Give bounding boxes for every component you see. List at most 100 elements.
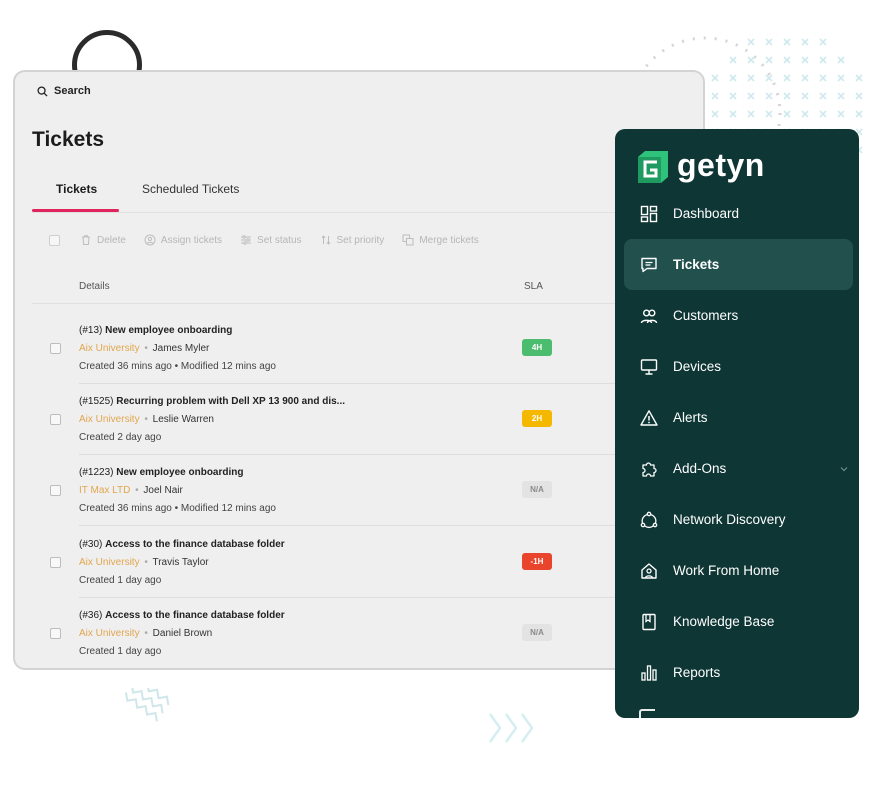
ticket-title[interactable]: New employee onboarding [116,467,243,478]
book-icon [639,612,659,632]
sla-badge: 2H [522,410,552,427]
ticket-title[interactable]: Access to the finance database folder [105,539,285,550]
decorative-cross-mark [783,110,791,118]
decorative-chevrons [488,713,534,743]
table-row[interactable]: (#13) New employee onboarding Aix Univer… [15,313,703,384]
decorative-cross-mark [747,74,755,82]
dashboard-icon [639,204,659,224]
separator-dot: • [135,485,139,496]
home-user-icon [639,561,659,581]
page-title: Tickets [32,128,104,151]
tab-tickets[interactable]: Tickets [56,182,97,196]
decorative-cross-mark [729,92,737,100]
table-row[interactable]: (#30) Access to the finance database fol… [15,527,703,598]
select-all-checkbox[interactable] [49,234,60,246]
separator-dot: • [144,414,148,425]
ticket-requester: Daniel Brown [152,628,213,639]
sidebar-item-devices[interactable]: Devices [624,341,853,392]
decorative-cross-mark [747,92,755,100]
row-checkbox[interactable] [50,414,61,425]
sliders-icon [241,235,252,245]
search-bar[interactable]: Search [37,85,91,97]
ticket-title-line: (#30) Access to the finance database fol… [79,539,285,550]
sidebar-item-label: Dashboard [673,206,740,221]
set-priority-button[interactable]: Set priority [320,234,385,246]
sidebar-item-customers[interactable]: Customers [624,290,853,341]
row-checkbox[interactable] [50,557,61,568]
sidebar-item-alerts[interactable]: Alerts [624,392,853,443]
decorative-cross-mark [729,110,737,118]
sla-badge: -1H [522,553,552,570]
monitor-icon [639,357,659,377]
row-checkbox[interactable] [50,485,61,496]
decorative-cross-mark [765,56,773,64]
tab-scheduled-tickets[interactable]: Scheduled Tickets [142,182,239,196]
merge-tickets-button[interactable]: Merge tickets [402,234,479,246]
set-status-button[interactable]: Set status [240,234,302,246]
decorative-cross-mark [765,38,773,46]
ticket-number: (#1223) [79,467,114,478]
delete-button[interactable]: Delete [80,234,126,246]
sidebar-item-dashboard[interactable]: Dashboard [624,188,853,239]
ticket-timestamps: Created 1 day ago [79,575,162,586]
decorative-cross-mark [783,56,791,64]
sidebar-item-label: Add-Ons [673,461,727,476]
decorative-squiggle [124,688,170,722]
decorative-cross-mark [729,74,737,82]
ticket-organization[interactable]: Aix University [79,557,140,568]
sidebar-item-label: Reports [673,665,721,680]
decorative-cross-mark [711,92,719,100]
sidebar-item-knowledge-base[interactable]: Knowledge Base [624,596,853,647]
decorative-cross-mark [837,56,845,64]
decorative-cross-mark [729,56,737,64]
table-row[interactable]: (#1525) Recurring problem with Dell XP 1… [15,384,703,455]
ticket-timestamps: Created 2 day ago [79,432,162,443]
ticket-title[interactable]: Access to the finance database folder [105,610,285,621]
sidebar-item-reports[interactable]: Reports [624,647,853,698]
ticket-organization[interactable]: Aix University [79,414,140,425]
decorative-cross-mark [765,110,773,118]
sidebar-item-work-from-home[interactable]: Work From Home [624,545,853,596]
sidebar: getyn Dashboard Tickets Customers Device… [615,129,859,718]
search-icon [37,85,48,97]
sla-badge: 4H [522,339,552,356]
sidebar-item-network-discovery[interactable]: Network Discovery [624,494,853,545]
decorative-cross-mark [747,56,755,64]
ticket-organization[interactable]: Aix University [79,343,140,354]
table-row[interactable]: (#1223) New employee onboarding IT Max L… [15,455,703,526]
decorative-cross-mark [837,92,845,100]
ticket-org-line: Aix University • Leslie Warren [79,414,214,425]
ticket-organization[interactable]: IT Max LTD [79,485,130,496]
brand[interactable]: getyn [635,149,765,185]
puzzle-icon [639,459,659,479]
ticket-title[interactable]: Recurring problem with Dell XP 13 900 an… [116,396,345,407]
row-checkbox[interactable] [50,628,61,639]
assign-tickets-button[interactable]: Assign tickets [144,234,222,246]
ticket-requester: James Myler [152,343,210,354]
getyn-logo-icon [638,151,668,183]
search-label: Search [54,85,91,97]
brand-name: getyn [677,147,765,183]
partially-visible-nav-icon [639,709,655,718]
decorative-cross-mark [765,92,773,100]
tabs-divider [32,212,692,213]
table-row[interactable]: (#36) Access to the finance database fol… [15,598,703,668]
ticket-organization[interactable]: Aix University [79,628,140,639]
ticket-org-line: IT Max LTD • Joel Nair [79,485,183,496]
decorative-cross-mark [747,38,755,46]
column-header-details: Details [79,281,110,292]
ticket-title[interactable]: New employee onboarding [105,325,232,336]
ticket-org-line: Aix University • Travis Taylor [79,557,209,568]
header-divider [32,303,692,304]
merge-tickets-label: Merge tickets [419,234,479,246]
set-priority-label: Set priority [336,234,385,246]
decorative-cross-mark [819,74,827,82]
sidebar-item-label: Alerts [673,410,708,425]
chevron-down-icon [840,466,848,471]
sidebar-item-label: Tickets [673,257,720,272]
row-checkbox[interactable] [50,343,61,354]
separator-dot: • [144,628,148,639]
sidebar-item-tickets[interactable]: Tickets [624,239,853,290]
decorative-cross-mark [801,74,809,82]
sidebar-item-add-ons[interactable]: Add-Ons [624,443,853,494]
